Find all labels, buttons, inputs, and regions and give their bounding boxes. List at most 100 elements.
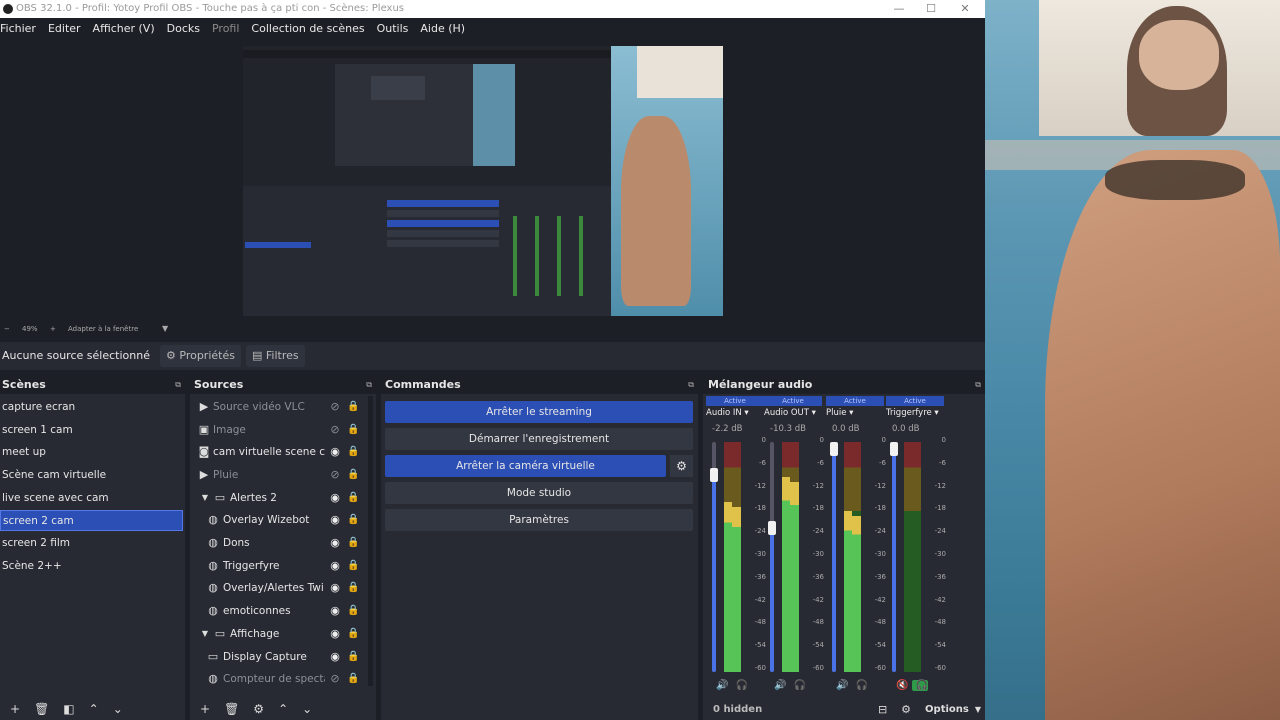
eye-icon[interactable]: ◉ (328, 445, 342, 459)
chevron-down-icon[interactable]: ▼ (162, 322, 168, 336)
channel-name[interactable]: Audio IN ▾ (706, 408, 766, 418)
speaker-icon[interactable]: 🔊 (774, 680, 786, 691)
virtual-camera-settings-gear-icon[interactable]: ⚙ (670, 455, 693, 477)
preview-canvas[interactable] (243, 46, 723, 316)
eye-hidden-icon[interactable]: ⊘ (328, 468, 342, 482)
close-icon[interactable]: ✕ (950, 0, 980, 18)
trash-icon[interactable]: 🗑 (34, 702, 49, 716)
eye-hidden-icon[interactable]: ⊘ (328, 400, 342, 414)
properties-button[interactable]: ⚙ Propriétés (160, 345, 241, 367)
volume-slider[interactable] (768, 442, 776, 672)
source-item[interactable]: ▶ Pluie ⊘ 🔒 (190, 465, 366, 486)
channel-name[interactable]: Pluie ▾ (826, 408, 886, 418)
speaker-icon[interactable]: 🔊 (716, 680, 728, 691)
scene-item[interactable]: meet up (0, 442, 183, 463)
lock-icon[interactable]: 🔒 (347, 445, 359, 459)
gear-icon[interactable]: ⚙ (253, 702, 264, 716)
options-button[interactable]: Options (925, 704, 969, 715)
lock-icon[interactable]: 🔒 (347, 468, 359, 482)
eye-icon[interactable]: ◉ (328, 627, 342, 641)
trash-icon[interactable]: 🗑 (224, 702, 239, 716)
move-down-icon[interactable]: ⌄ (113, 702, 123, 716)
zoom-in-button[interactable]: + (50, 322, 56, 336)
zoom-out-button[interactable]: − (4, 322, 10, 336)
source-item[interactable]: ◍ Triggerfyre ◉ 🔒 (190, 556, 366, 577)
maximize-icon[interactable]: ☐ (916, 0, 946, 18)
scene-item[interactable]: screen 1 cam (0, 420, 183, 441)
menu-profil[interactable]: Profil (212, 22, 239, 35)
minimize-icon[interactable]: — (884, 0, 914, 18)
eye-icon[interactable]: ◉ (328, 581, 342, 595)
move-up-icon[interactable]: ⌃ (89, 702, 99, 716)
menu-collection-scenes[interactable]: Collection de scènes (251, 22, 364, 35)
menu-aide[interactable]: Aide (H) (420, 22, 465, 35)
menu-editer[interactable]: Editer (48, 22, 81, 35)
source-item[interactable]: ◍ Overlay Wizebot ◉ 🔒 (190, 510, 366, 531)
headphones-icon[interactable]: 🎧 (852, 680, 868, 691)
undock-icon[interactable]: ⧉ (175, 376, 181, 394)
source-group[interactable]: ▼ ▭ Alertes 2 ◉ 🔒 (190, 488, 366, 509)
add-scene-button[interactable]: + (10, 702, 20, 716)
eye-icon[interactable]: ◉ (328, 604, 342, 618)
start-recording-button[interactable]: Démarrer l'enregistrement (385, 428, 693, 450)
eye-icon[interactable]: ◉ (328, 559, 342, 573)
stop-streaming-button[interactable]: Arrêter le streaming (385, 401, 693, 423)
eye-icon[interactable]: ◉ (328, 491, 342, 505)
source-item[interactable]: ◙ cam virtuelle scene cam ◉ 🔒 (190, 442, 366, 463)
add-source-button[interactable]: + (200, 702, 210, 716)
eye-hidden-icon[interactable]: ⊘ (328, 423, 342, 437)
eye-icon[interactable]: ◉ (328, 650, 342, 664)
volume-knob[interactable] (830, 442, 838, 456)
lock-icon[interactable]: 🔒 (347, 650, 359, 664)
lock-icon[interactable]: 🔒 (347, 672, 359, 686)
layout-icon[interactable]: ⊟ (878, 703, 887, 716)
chevron-down-icon[interactable]: ▼ (199, 628, 211, 640)
filters-button[interactable]: ▤ Filtres (246, 345, 305, 367)
eye-icon[interactable]: ◉ (328, 536, 342, 550)
settings-button[interactable]: Paramètres (385, 509, 693, 531)
menu-afficher[interactable]: Afficher (V) (93, 22, 155, 35)
source-item[interactable]: ▣ Image ⊘ 🔒 (190, 420, 366, 441)
lock-icon[interactable]: 🔒 (347, 559, 359, 573)
volume-slider[interactable] (890, 442, 898, 672)
headphones-icon[interactable]: 🎧 (912, 680, 929, 691)
volume-knob[interactable] (710, 467, 718, 482)
menu-outils[interactable]: Outils (377, 22, 409, 35)
undock-icon[interactable]: ⧉ (688, 376, 694, 394)
chevron-down-icon[interactable]: ▼ (199, 492, 211, 504)
eye-hidden-icon[interactable]: ⊘ (328, 672, 342, 686)
lock-icon[interactable]: 🔒 (347, 604, 359, 618)
chevron-down-icon[interactable]: ▼ (975, 705, 981, 714)
advanced-audio-icon[interactable]: ⚙ (901, 703, 911, 716)
source-item[interactable]: ◍ emoticonnes ◉ 🔒 (190, 601, 366, 622)
mute-icon[interactable]: 🔇 (896, 680, 908, 691)
lock-icon[interactable]: 🔒 (347, 491, 359, 505)
source-item[interactable]: ◍ Overlay/Alertes Twitch ◉ 🔒 (190, 578, 366, 599)
scene-item-selected[interactable]: screen 2 cam (0, 510, 183, 531)
filter-icon[interactable]: ◧ (63, 702, 74, 716)
lock-icon[interactable]: 🔒 (347, 513, 359, 527)
menu-fichier[interactable]: Fichier (0, 22, 36, 35)
source-item[interactable]: ▶ Source vidéo VLC ⊘ 🔒 (190, 397, 366, 418)
lock-icon[interactable]: 🔒 (347, 423, 359, 437)
move-up-icon[interactable]: ⌃ (278, 702, 288, 716)
sources-scrollbar[interactable] (368, 396, 373, 686)
headphones-icon[interactable]: 🎧 (732, 680, 748, 691)
scene-item[interactable]: capture ecran (0, 397, 183, 418)
channel-name[interactable]: Audio OUT ▾ (764, 408, 824, 418)
channel-name[interactable]: Triggerfyre ▾ (886, 408, 946, 418)
lock-icon[interactable]: 🔒 (347, 400, 359, 414)
volume-knob[interactable] (890, 442, 898, 456)
volume-knob[interactable] (768, 520, 776, 535)
eye-icon[interactable]: ◉ (328, 513, 342, 527)
undock-icon[interactable]: ⧉ (366, 376, 372, 394)
volume-slider[interactable] (710, 442, 718, 672)
stop-virtual-camera-button[interactable]: Arrêter la caméra virtuelle (385, 455, 666, 477)
source-group[interactable]: ▼ ▭ Affichage ◉ 🔒 (190, 624, 366, 645)
source-item[interactable]: ◍ Compteur de spectateurs ⊘ 🔒 (190, 669, 366, 690)
lock-icon[interactable]: 🔒 (347, 627, 359, 641)
scene-item[interactable]: Scène 2++ (0, 556, 183, 577)
scene-item[interactable]: live scene avec cam (0, 488, 183, 509)
undock-icon[interactable]: ⧉ (975, 376, 981, 394)
headphones-icon[interactable]: 🎧 (790, 680, 806, 691)
